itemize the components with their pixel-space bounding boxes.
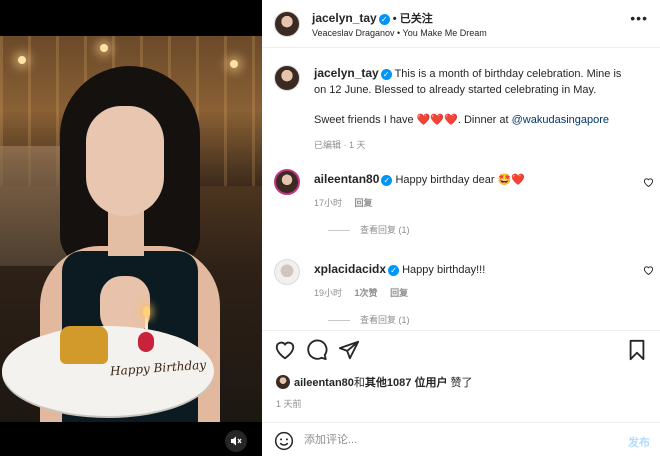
red-cake	[138, 332, 154, 352]
comments-list[interactable]: jacelyn_tay ✓ This is a month of birthday…	[262, 49, 660, 325]
share-paper-plane-icon[interactable]	[338, 339, 360, 361]
like-comment-heart-icon[interactable]	[643, 265, 654, 278]
pudding-dessert	[60, 326, 108, 364]
hearts-emoji: ❤️❤️❤️	[416, 114, 458, 126]
view-replies-button[interactable]: 查看回复 (1)	[328, 313, 634, 325]
comment-text: Happy birthday!!!	[402, 264, 486, 276]
comment-username[interactable]: aileentan80	[314, 172, 379, 186]
following-button[interactable]: 已关注	[400, 13, 433, 25]
verified-badge-icon: ✓	[380, 69, 392, 80]
ceiling-lamp	[230, 60, 238, 68]
ceiling-lamp	[18, 56, 26, 64]
caption-meta: 已编辑 · 1 天	[314, 140, 366, 150]
comment-composer: 发布	[262, 422, 660, 456]
emoji-smiley-icon[interactable]	[274, 431, 294, 451]
avatar	[276, 375, 290, 389]
likes-summary[interactable]: aileentan80和其他1087 位用户 赞了	[276, 374, 473, 390]
post-timestamp[interactable]: 1 天前	[276, 397, 302, 410]
comment-bubble-icon[interactable]	[306, 339, 328, 361]
more-horizontal-icon[interactable]: •••	[630, 10, 648, 26]
ceiling-lamp	[100, 44, 108, 52]
caption-text-3: . Dinner at	[457, 114, 512, 126]
comment-item: xplacidacidx ✓ Happy birthday!!! 19小时 1次赞…	[314, 261, 634, 325]
comment-username[interactable]: xplacidacidx	[314, 262, 386, 276]
post-comment-button[interactable]: 发布	[628, 434, 650, 450]
candle-flame	[143, 306, 150, 317]
comment-item: aileentan80 ✓ Happy birthday dear 🤩❤️ 17小…	[314, 171, 634, 236]
likes-others[interactable]: 其他1087 位用户	[365, 377, 448, 389]
candle	[145, 316, 148, 332]
verified-badge-icon: ✓	[381, 175, 393, 186]
likes-user[interactable]: aileentan80	[294, 377, 354, 389]
comment-text: Happy birthday dear 🤩❤️	[395, 174, 525, 186]
post-header: jacelyn_tay ✓ • 已关注 Veaceslav Draganov • …	[262, 0, 660, 48]
follow-separator: •	[392, 13, 397, 25]
avatar[interactable]	[274, 259, 300, 285]
avatar[interactable]	[274, 11, 300, 37]
post-sidebar: jacelyn_tay ✓ • 已关注 Veaceslav Draganov • …	[262, 0, 660, 456]
view-replies-button[interactable]: 查看回复 (1)	[328, 223, 634, 236]
mention-link[interactable]: @wakudasingapore	[512, 114, 609, 126]
post-media[interactable]: Happy Birthday	[0, 0, 262, 456]
save-bookmark-icon[interactable]	[626, 339, 648, 361]
muted-speaker-icon[interactable]	[225, 430, 247, 452]
like-heart-icon[interactable]	[274, 339, 296, 361]
author-username[interactable]: jacelyn_tay	[312, 11, 377, 25]
likes-connector: 和	[353, 377, 365, 389]
like-comment-heart-icon[interactable]	[643, 177, 654, 190]
comment-like-count[interactable]: 1次赞	[355, 288, 378, 298]
likes-suffix: 赞了	[450, 377, 473, 389]
comment-input[interactable]	[304, 431, 604, 449]
caption: jacelyn_tay ✓ This is a month of birthday…	[314, 65, 634, 151]
avatar[interactable]	[274, 65, 300, 91]
verified-badge-icon: ✓	[378, 14, 390, 25]
audio-subtitle[interactable]: Veaceslav Draganov • You Make Me Dream	[312, 28, 487, 38]
caption-text-2: Sweet friends I have	[314, 114, 417, 126]
comment-time: 19小时	[314, 288, 343, 298]
post-photo: Happy Birthday	[0, 36, 262, 422]
post-actions	[262, 330, 660, 366]
woman-face	[86, 106, 164, 216]
reply-button[interactable]: 回复	[355, 198, 373, 208]
caption-username[interactable]: jacelyn_tay	[314, 66, 379, 80]
verified-badge-icon: ✓	[388, 265, 400, 276]
comment-time: 17小时	[314, 198, 343, 208]
reply-button[interactable]: 回复	[390, 288, 408, 298]
avatar[interactable]	[274, 169, 300, 195]
